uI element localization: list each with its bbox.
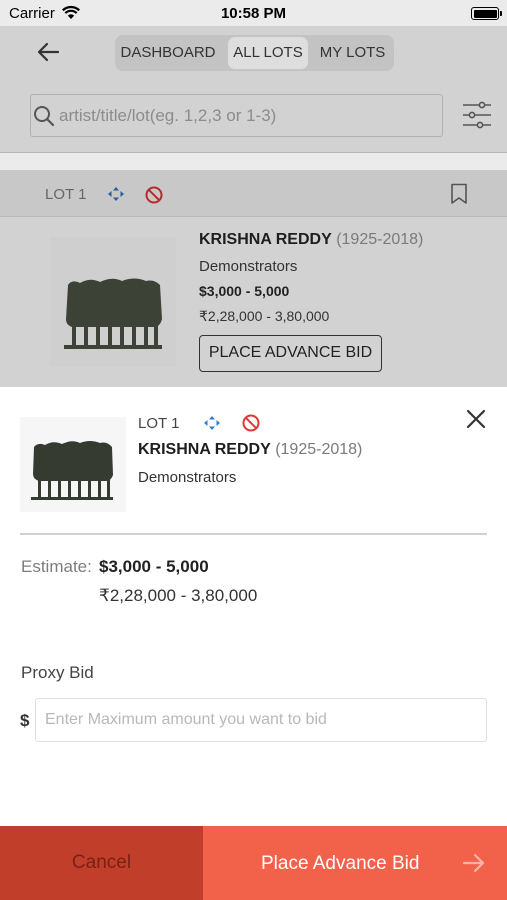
lots-segmented-control: DASHBOARD ALL LOTS MY LOTS	[115, 35, 394, 71]
tab-my-lots[interactable]: MY LOTS	[311, 35, 394, 71]
estimate-inr: ₹2,28,000 - 3,80,000	[199, 308, 330, 324]
estimate-usd: $3,000 - 5,000	[99, 557, 209, 576]
lot-number: LOT 1	[138, 415, 180, 432]
submit-label: Place Advance Bid	[261, 853, 420, 874]
lot-card[interactable]: KRISHNA REDDY (1925-2018) Demonstrators …	[0, 217, 507, 387]
battery-icon	[471, 7, 502, 20]
advance-bid-sheet: LOT 1 KRISHNA REDDY (1925-2018) Demonstr…	[0, 387, 507, 900]
artist-line: KRISHNA REDDY (1925-2018)	[138, 441, 362, 459]
search-input[interactable]: artist/title/lot(eg. 1,2,3 or 1-3)	[30, 94, 443, 137]
lot-number: LOT 1	[45, 186, 87, 203]
artwork-title: Demonstrators	[138, 469, 237, 486]
close-icon[interactable]	[463, 406, 489, 432]
divider	[20, 533, 487, 535]
tab-dashboard[interactable]: DASHBOARD	[115, 35, 221, 71]
no-entry-icon	[242, 414, 260, 432]
no-entry-icon	[145, 186, 163, 204]
place-advance-bid-submit-button[interactable]: Place Advance Bid	[203, 826, 507, 900]
artwork-title: Demonstrators	[199, 258, 298, 275]
filter-sliders-icon[interactable]	[461, 99, 493, 131]
background-screen: Carrier 10:58 PM DASHBOARD ALL LOTS MY L…	[0, 0, 507, 387]
lot-header: LOT 1	[0, 170, 507, 217]
clock: 10:58 PM	[220, 5, 287, 22]
estimate-label: Estimate:	[21, 557, 92, 576]
artist-name: KRISHNA REDDY	[199, 231, 332, 248]
proxy-bid-input[interactable]	[35, 698, 487, 742]
search-row: artist/title/lot(eg. 1,2,3 or 1-3)	[0, 78, 507, 153]
proxy-bid-label: Proxy Bid	[21, 663, 94, 682]
artwork-thumbnail	[20, 417, 126, 512]
cancel-button[interactable]: Cancel	[0, 826, 203, 900]
bookmark-icon[interactable]	[450, 183, 468, 205]
tab-all-lots[interactable]: ALL LOTS	[228, 37, 308, 69]
status-bar: Carrier 10:58 PM	[0, 0, 507, 26]
search-icon	[34, 106, 55, 127]
top-nav-bar: DASHBOARD ALL LOTS MY LOTS	[0, 26, 507, 78]
move-arrows-icon	[204, 416, 220, 430]
artist-name: KRISHNA REDDY	[138, 441, 271, 458]
artist-line: KRISHNA REDDY (1925-2018)	[199, 231, 423, 249]
estimate-usd: $3,000 - 5,000	[199, 283, 290, 299]
artwork-thumbnail	[50, 237, 176, 367]
arrow-right-icon	[462, 853, 485, 873]
move-arrows-icon	[108, 187, 124, 201]
estimate-inr: ₹2,28,000 - 3,80,000	[99, 586, 258, 605]
search-placeholder: artist/title/lot(eg. 1,2,3 or 1-3)	[59, 106, 277, 125]
place-advance-bid-button[interactable]: PLACE ADVANCE BID	[199, 335, 382, 372]
artist-years: (1925-2018)	[275, 441, 363, 458]
currency-symbol: $	[20, 711, 30, 730]
back-arrow-icon[interactable]	[34, 39, 64, 65]
artist-years: (1925-2018)	[336, 231, 424, 248]
